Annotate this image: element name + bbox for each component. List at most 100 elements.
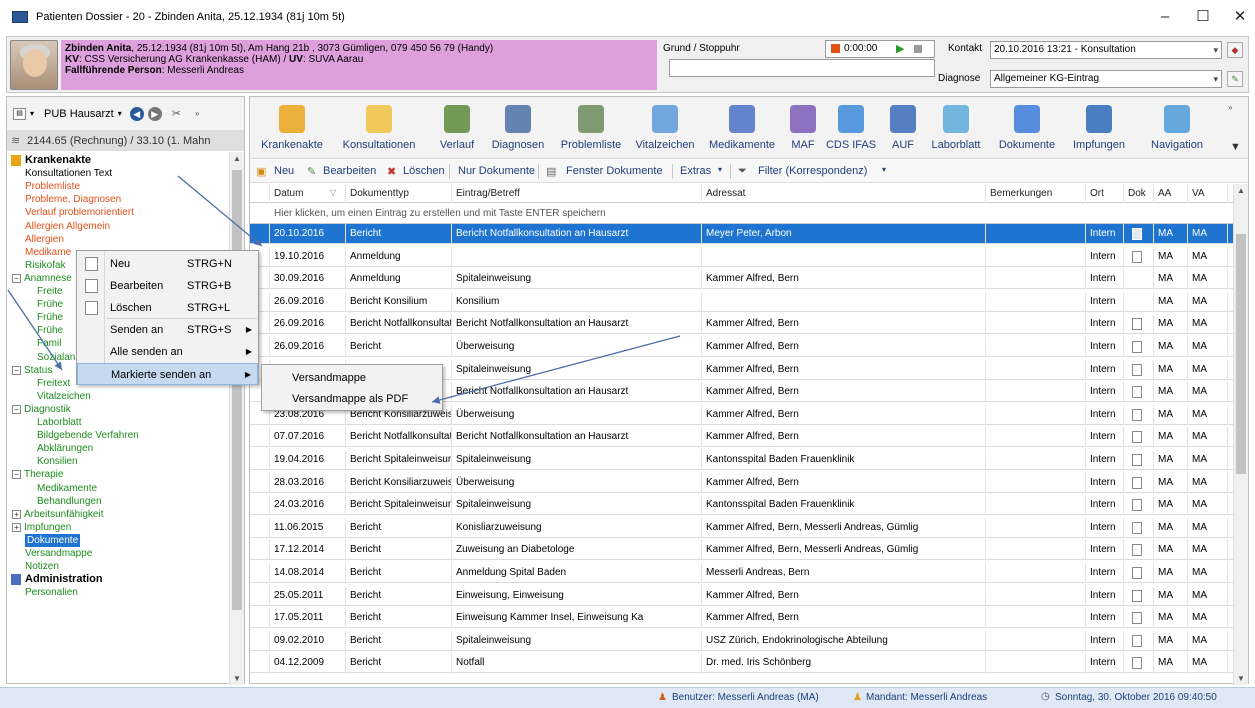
- toolbar-cds-ifas[interactable]: CDS IFAS: [824, 101, 878, 157]
- doc-cell[interactable]: [1124, 563, 1154, 583]
- tree-item-problemliste[interactable]: Problemliste: [25, 180, 80, 193]
- new-icon[interactable]: ▣: [256, 165, 266, 178]
- tree-item-verlauf-problemorientiert[interactable]: Verlauf problemorientiert: [25, 206, 134, 219]
- toolbar-medikamente[interactable]: Medikamente: [704, 101, 780, 157]
- document-icon[interactable]: [1132, 363, 1142, 376]
- table-row[interactable]: 26.09.2016 Bericht Konsilium Konsilium Inte…: [250, 291, 1233, 312]
- toolbar-problemliste[interactable]: Problemliste: [556, 101, 626, 157]
- tree-item-bildgebende-verfahren[interactable]: Bildgebende Verfahren: [37, 429, 139, 442]
- tree-item-laborblatt[interactable]: Laborblatt: [37, 416, 81, 429]
- toolbar-krankenakte[interactable]: Krankenakte: [256, 101, 328, 157]
- table-row[interactable]: 30.09.2016 Anmeldung Spitaleinweisung Kamme…: [250, 269, 1233, 290]
- menu-item-5[interactable]: Markierte senden an ▶: [77, 363, 258, 385]
- kontakt-action-icon[interactable]: ◆: [1227, 42, 1243, 58]
- extras-button[interactable]: Extras: [680, 165, 711, 177]
- toolbar-maf[interactable]: MAF: [788, 101, 818, 157]
- chevron-down-icon[interactable]: ▾: [118, 109, 122, 118]
- table-row[interactable]: 28.03.2016 Bericht Konsiliarzuweisu Überwe…: [250, 472, 1233, 493]
- toolbar-konsultationen[interactable]: Konsultationen: [334, 101, 424, 157]
- row-indicator[interactable]: [250, 653, 270, 674]
- kontakt-select[interactable]: 20.10.2016 13:21 - Konsultation ▾: [990, 41, 1222, 59]
- tree-expander-icon[interactable]: −: [12, 273, 21, 283]
- edit-button[interactable]: Bearbeiten: [323, 165, 376, 177]
- doc-cell[interactable]: [1124, 246, 1154, 267]
- tree-item-freite[interactable]: Freite: [37, 285, 63, 298]
- document-icon[interactable]: [1132, 521, 1142, 534]
- chevron-down-icon[interactable]: ▾: [718, 165, 722, 174]
- profile-dropdown[interactable]: PUB Hausarzt: [44, 108, 114, 120]
- stopwatch[interactable]: 0:00:00 ▶: [825, 40, 935, 58]
- table-row[interactable]: 19.10.2016 Anmeldung Intern MA MA: [250, 246, 1233, 267]
- tree-item-notizen[interactable]: Notizen: [25, 560, 59, 573]
- document-icon[interactable]: [1132, 634, 1142, 647]
- row-indicator[interactable]: [250, 224, 270, 244]
- table-row[interactable]: 26.09.2016 Bericht Notfallkonsultatio Beri…: [250, 314, 1233, 335]
- tree-item-behandlungen[interactable]: Behandlungen: [37, 495, 102, 508]
- doc-cell[interactable]: [1124, 517, 1154, 538]
- toolbar-auf[interactable]: AUF: [886, 101, 920, 157]
- document-icon[interactable]: [1132, 408, 1142, 421]
- doc-cell[interactable]: [1124, 472, 1154, 493]
- tree-menu-icon[interactable]: ▤: [13, 107, 26, 120]
- table-row[interactable]: 19.04.2016 Bericht Spitaleinweisung Spital…: [250, 450, 1233, 470]
- row-indicator[interactable]: [250, 517, 270, 538]
- tree-item-dokumente[interactable]: Dokumente: [25, 533, 81, 547]
- patient-info-banner[interactable]: Zbinden Anita, 25.12.1934 (81j 10m 5t), …: [61, 40, 657, 90]
- tree-item-diagnostik[interactable]: Diagnostik: [24, 403, 71, 416]
- doc-cell[interactable]: [1124, 359, 1154, 380]
- tree-item-freitext[interactable]: Freitext: [37, 377, 70, 390]
- menu-item-3[interactable]: Senden an STRG+S ▶: [77, 319, 258, 341]
- menu-item-1[interactable]: Bearbeiten STRG+B: [77, 275, 258, 297]
- doc-cell[interactable]: [1124, 337, 1154, 357]
- column-header[interactable]: AA: [1154, 184, 1188, 203]
- play-icon[interactable]: ▶: [896, 41, 904, 57]
- document-icon[interactable]: [1132, 476, 1142, 489]
- tree-expander-icon[interactable]: +: [12, 522, 21, 532]
- doc-cell[interactable]: [1124, 608, 1154, 629]
- row-indicator[interactable]: [250, 495, 270, 516]
- table-row[interactable]: 17.12.2014 Bericht Zuweisung an Diabetolog…: [250, 540, 1233, 561]
- grund-input[interactable]: [669, 59, 935, 77]
- maximize-button[interactable]: ☐: [1188, 6, 1218, 28]
- tree-item-therapie[interactable]: Therapie: [24, 468, 63, 481]
- document-icon[interactable]: [1132, 499, 1142, 512]
- table-row[interactable]: 11.06.2015 Bericht Konisliarzuweisung Kamme…: [250, 517, 1233, 538]
- tree-item-konsilien[interactable]: Konsilien: [37, 455, 78, 468]
- delete-icon[interactable]: ✖: [387, 165, 396, 178]
- document-icon[interactable]: [1132, 544, 1142, 557]
- filter-icon[interactable]: ⏷: [738, 165, 747, 178]
- table-row[interactable]: 26.09.2016 Bericht Überweisung Kammer Alfre…: [250, 337, 1233, 357]
- column-header[interactable]: Adressat: [702, 184, 986, 203]
- balance-bar[interactable]: ≋ 2144.65 (Rechnung) / 33.10 (1. Mahn: [7, 131, 244, 151]
- grid-scrollbar[interactable]: ▲ ▼: [1233, 184, 1248, 685]
- doc-cell[interactable]: [1124, 427, 1154, 448]
- minimize-button[interactable]: –: [1150, 6, 1180, 28]
- document-icon[interactable]: [1132, 386, 1142, 399]
- menu-item-4[interactable]: Alle senden an ▶: [77, 341, 258, 363]
- tree-item-medikamente[interactable]: Medikamente: [37, 482, 97, 495]
- document-icon[interactable]: [1132, 567, 1142, 579]
- window-documents-button[interactable]: Fenster Dokumente: [566, 165, 663, 177]
- doc-cell[interactable]: [1124, 585, 1154, 606]
- document-icon[interactable]: [1132, 657, 1142, 670]
- tree-item-administration[interactable]: Administration: [25, 573, 103, 586]
- tree-item-frühe[interactable]: Frühe: [37, 324, 63, 337]
- toolbar-vitalzeichen[interactable]: Vitalzeichen: [632, 101, 698, 157]
- tree-expander-icon[interactable]: +: [12, 509, 21, 519]
- window-icon[interactable]: ▤: [546, 165, 556, 178]
- tree-item-frühe[interactable]: Frühe: [37, 311, 63, 324]
- table-row[interactable]: 25.05.2011 Bericht Einweisung, Einweisung K…: [250, 585, 1233, 606]
- tree-scrollbar[interactable]: ▲ ▼: [229, 152, 244, 685]
- tree-item-konsultationen-text[interactable]: Konsultationen Text: [25, 167, 112, 180]
- row-indicator[interactable]: [250, 472, 270, 493]
- filter-button[interactable]: Filter (Korrespondenz): [758, 165, 867, 177]
- doc-cell[interactable]: [1124, 314, 1154, 335]
- table-row[interactable]: 24.03.2016 Bericht Spitaleinweisung Spital…: [250, 495, 1233, 516]
- toolbar-verlauf[interactable]: Verlauf: [432, 101, 482, 157]
- chevron-down-icon[interactable]: ▾: [882, 165, 886, 174]
- column-header[interactable]: Dok: [1124, 184, 1154, 203]
- row-indicator[interactable]: [250, 450, 270, 470]
- close-button[interactable]: ✕: [1225, 6, 1255, 28]
- toolbar-impfungen[interactable]: Impfungen: [1068, 101, 1130, 157]
- new-entry-row[interactable]: Hier klicken, um einen Eintrag zu erstel…: [250, 203, 1233, 224]
